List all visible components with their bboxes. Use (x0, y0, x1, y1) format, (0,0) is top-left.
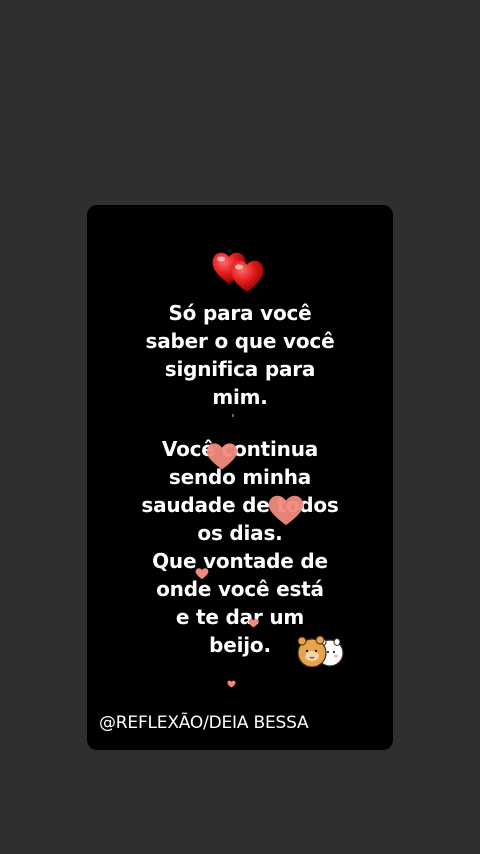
poem-line: onde você está (156, 577, 324, 601)
floating-heart-icon (227, 680, 236, 688)
story-card: Só para você saber o que você significa … (87, 205, 393, 750)
double-red-hearts-icon (212, 252, 264, 292)
poem-line: Você continua (161, 437, 319, 461)
author-credit: @REFLEXÃO/DEIA BESSA (99, 713, 309, 733)
poem-stanza-1: Só para você saber o que você significa … (87, 299, 393, 411)
poem-line: mim. (212, 385, 268, 409)
poem-line: Que vontade de (152, 549, 328, 573)
floating-heart-icon (206, 443, 238, 470)
floating-heart-icon (268, 495, 304, 526)
poem-line: Só para você (168, 301, 312, 325)
poem-line: sendo minha (168, 465, 312, 489)
poem-line: saber o que você (145, 329, 335, 353)
floating-heart-icon (248, 618, 259, 628)
hugging-bears-sticker-icon (297, 635, 344, 668)
poem-line: significa para (164, 357, 316, 381)
decorative-dot (232, 414, 234, 417)
floating-heart-icon (195, 568, 209, 580)
poem-line: os dias. (197, 521, 283, 545)
poem-line: saudade de todos (141, 493, 339, 517)
